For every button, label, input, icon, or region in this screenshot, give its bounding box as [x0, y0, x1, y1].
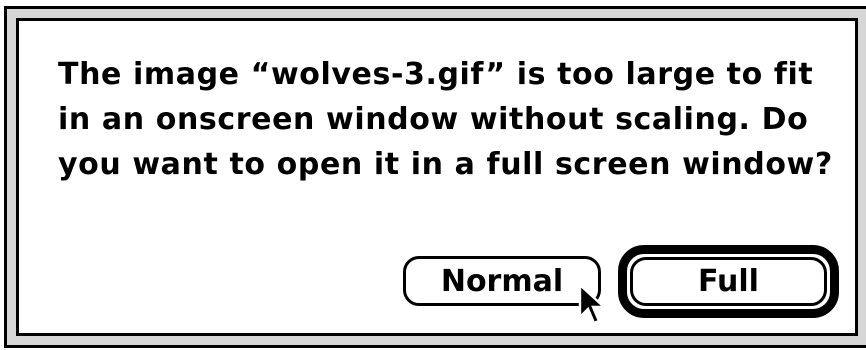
normal-button[interactable]: Normal	[403, 256, 601, 306]
arrow-pointer-icon	[578, 283, 608, 325]
full-button[interactable]: Full	[630, 257, 827, 306]
alert-dialog: The image “wolves-3.gif” is too large to…	[0, 0, 866, 350]
dialog-message: The image “wolves-3.gif” is too large to…	[58, 57, 833, 182]
